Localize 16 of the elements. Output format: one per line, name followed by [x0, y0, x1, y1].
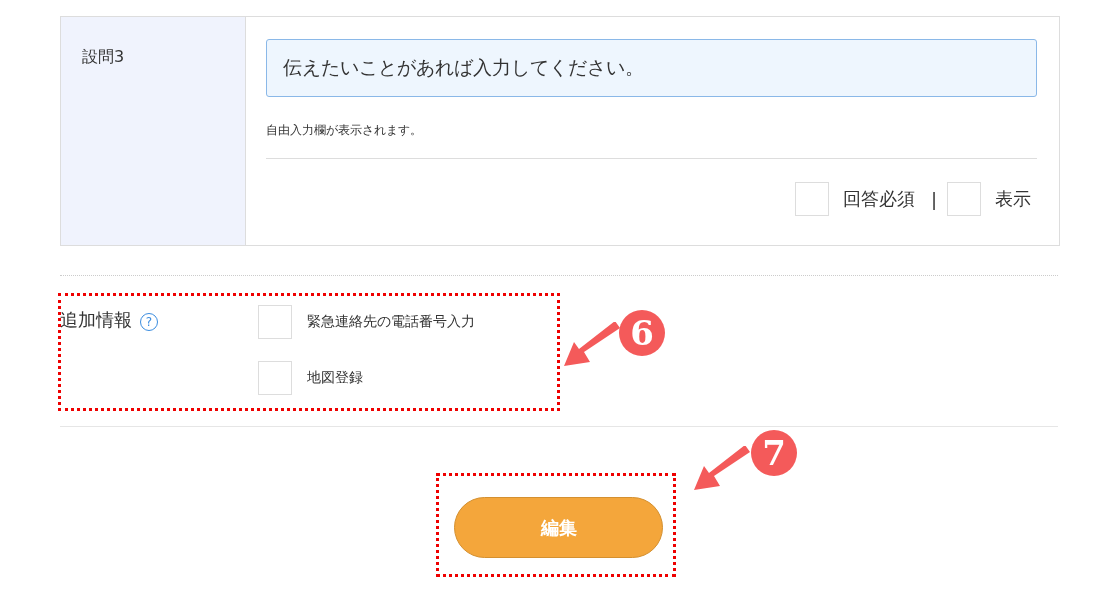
checkbox-label: 表示	[995, 187, 1031, 211]
checkbox[interactable]	[947, 182, 981, 216]
input-field[interactable]: 伝えたいことがあれば入力してください。	[266, 39, 1037, 97]
section-label: 追加情報	[60, 308, 132, 332]
checkbox[interactable]	[258, 305, 292, 339]
checkbox[interactable]	[258, 361, 292, 395]
hint-text: 自由入力欄が表示されます。	[266, 122, 423, 139]
question-label: 設問3	[61, 17, 246, 245]
checkbox-label: 回答必須	[842, 187, 915, 211]
separator: |	[930, 188, 937, 210]
step-number: 6	[619, 310, 665, 356]
checkbox[interactable]	[794, 182, 829, 216]
edit-button[interactable]: 編集	[454, 497, 663, 558]
checkbox-label: 緊急連絡先の電話番号入力	[307, 313, 475, 331]
step-number: 7	[751, 430, 797, 476]
checkbox-label: 地図登録	[307, 369, 363, 387]
